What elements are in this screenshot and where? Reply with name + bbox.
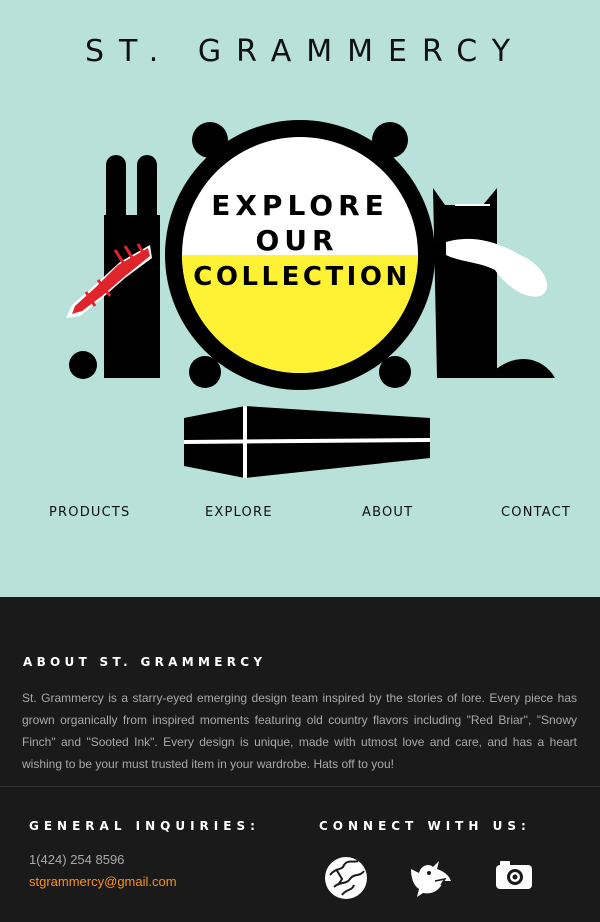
nav-about[interactable]: ABOUT	[362, 505, 413, 520]
email-link[interactable]: stgrammercy@gmail.com	[29, 874, 177, 889]
camera-icon[interactable]	[490, 855, 540, 901]
cat-figure	[433, 188, 555, 378]
main-nav: PRODUCTS EXPLORE ABOUT CONTACT	[0, 505, 600, 525]
coffin-shape	[183, 406, 431, 478]
hero-section: ST. GRAMMERCY EXPLORE OUR COLLECTION PRO…	[0, 0, 600, 597]
connect-heading: CONNECT WITH US:	[319, 819, 531, 833]
hero-illustration[interactable]: EXPLORE OUR COLLECTION	[0, 100, 600, 490]
hero-line-1: EXPLORE	[211, 189, 389, 222]
nav-contact[interactable]: CONTACT	[501, 505, 571, 520]
brand-title: ST. GRAMMERCY	[84, 34, 526, 69]
about-heading: ABOUT ST. GRAMMERCY	[23, 655, 267, 669]
rabbit-figure	[66, 155, 160, 379]
about-text: St. Grammercy is a starry-eyed emerging …	[22, 691, 577, 771]
hero-line-3: COLLECTION	[193, 262, 410, 292]
hero-line-2: OUR	[255, 224, 338, 257]
bird-icon[interactable]	[405, 855, 455, 901]
footer: ABOUT ST. GRAMMERCY St. Grammercy is a s…	[0, 597, 600, 922]
nav-explore[interactable]: EXPLORE	[205, 505, 273, 520]
phone-number: 1(424) 254 8596	[29, 852, 125, 867]
footer-divider	[0, 786, 600, 787]
globe-icon[interactable]	[322, 855, 372, 901]
nav-products[interactable]: PRODUCTS	[49, 505, 131, 520]
inquiries-heading: GENERAL INQUIRIES:	[29, 819, 260, 833]
